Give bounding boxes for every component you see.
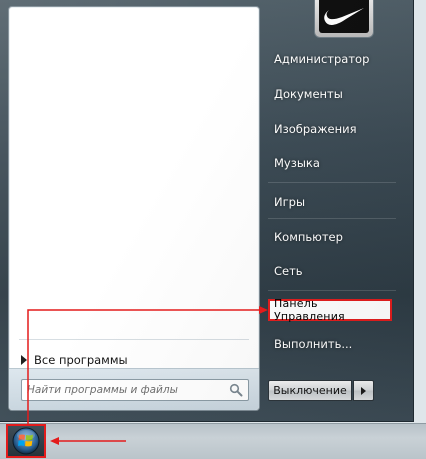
menu-item-administrator[interactable]: Администратор — [268, 46, 396, 72]
search-input[interactable] — [27, 384, 219, 396]
screen: Все программы Администратор — [0, 0, 426, 459]
menu-item-run[interactable]: Выполнить... — [268, 331, 396, 357]
menu-item-label: Панель Управления — [274, 297, 345, 323]
search-area — [9, 368, 259, 410]
menu-separator — [268, 290, 396, 291]
menu-item-network[interactable]: Сеть — [268, 258, 396, 284]
chevron-right-icon — [361, 386, 366, 395]
magnifier-icon[interactable] — [229, 383, 243, 397]
menu-separator — [268, 218, 396, 219]
shutdown-options-button[interactable] — [353, 380, 374, 401]
expand-arrow-icon — [21, 355, 27, 365]
start-button[interactable] — [6, 424, 46, 458]
shutdown-button[interactable]: Выключение — [268, 380, 352, 401]
menu-item-computer[interactable]: Компьютер — [268, 224, 396, 250]
programs-list — [9, 7, 259, 337]
user-picture-image — [319, 0, 369, 33]
menu-item-documents[interactable]: Документы — [268, 81, 396, 107]
menu-item-label: Сеть — [274, 264, 303, 278]
shutdown-label: Выключение — [273, 384, 347, 397]
menu-item-label: Документы — [274, 87, 343, 101]
menu-item-label: Музыка — [274, 156, 320, 170]
menu-item-label: Изображения — [274, 122, 357, 136]
start-menu: Все программы Администратор — [0, 0, 414, 422]
menu-item-music[interactable]: Музыка — [268, 150, 396, 176]
menu-item-control-panel[interactable]: Панель Управления — [268, 297, 392, 323]
all-programs-button[interactable]: Все программы — [21, 350, 241, 370]
windows-logo-icon — [12, 427, 40, 455]
swoosh-logo-icon — [324, 7, 364, 25]
taskbar — [0, 423, 426, 459]
menu-item-label: Администратор — [274, 52, 370, 66]
menu-item-label: Игры — [274, 195, 306, 209]
menu-item-games[interactable]: Игры — [268, 189, 396, 215]
user-picture[interactable] — [314, 0, 374, 38]
menu-item-pictures[interactable]: Изображения — [268, 116, 396, 142]
menu-item-label: Компьютер — [274, 230, 343, 244]
menu-item-label: Выполнить... — [274, 337, 353, 351]
search-box[interactable] — [21, 379, 249, 401]
menu-separator — [268, 182, 396, 183]
left-pane-divider — [19, 339, 249, 340]
start-menu-left-pane: Все программы — [8, 6, 260, 411]
all-programs-label: Все программы — [34, 353, 128, 367]
